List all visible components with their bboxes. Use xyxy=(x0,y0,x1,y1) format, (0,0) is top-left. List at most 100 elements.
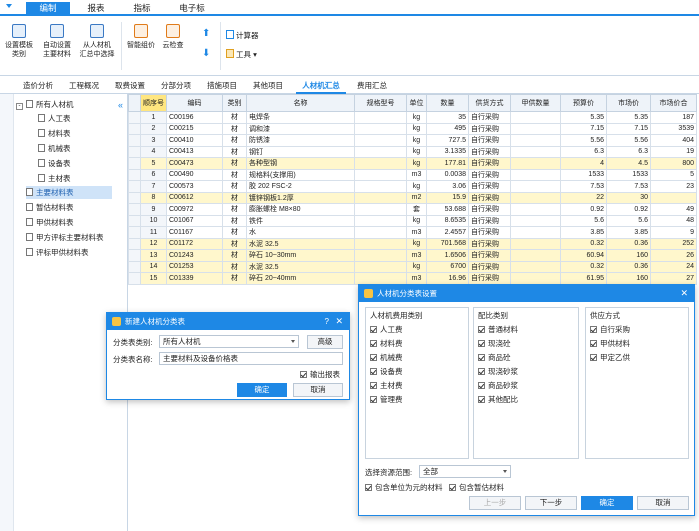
market-total-cell[interactable] xyxy=(650,191,697,204)
name-cell[interactable]: 胶 202 FSC-2 xyxy=(246,180,355,193)
market-price-cell[interactable]: 30 xyxy=(606,191,651,204)
owner-qty-cell[interactable] xyxy=(510,203,561,216)
spec-cell[interactable] xyxy=(354,191,407,204)
market-total-cell[interactable]: 19 xyxy=(650,145,697,158)
cancel-button[interactable]: 取消 xyxy=(637,496,689,510)
market-total-cell[interactable]: 48 xyxy=(650,214,697,227)
check-other-mix[interactable]: 其他配比 xyxy=(478,394,518,405)
smart-price-button[interactable]: 智能组价 xyxy=(124,24,158,50)
supply-cell[interactable]: 自行采购 xyxy=(468,180,511,193)
supply-cell[interactable]: 自行采购 xyxy=(468,111,511,124)
table-row[interactable]: 15 C01339 材碎石 20~40mm m3 16.96 自行采购 61.95 160 27 xyxy=(128,272,697,285)
budget-price-cell[interactable]: 1533 xyxy=(560,168,607,181)
supply-cell[interactable]: 自行采购 xyxy=(468,249,511,262)
name-cell[interactable]: 防锈漆 xyxy=(246,134,355,147)
move-down-icon[interactable]: ⬇ xyxy=(202,48,210,59)
category-select[interactable]: 所有人材机 xyxy=(159,335,299,348)
spec-cell[interactable] xyxy=(354,226,407,239)
owner-qty-cell[interactable] xyxy=(510,226,561,239)
row-number[interactable]: 14 xyxy=(140,260,167,273)
category-cell[interactable]: 材 xyxy=(222,272,247,285)
market-price-cell[interactable]: 160 xyxy=(606,249,651,262)
table-row[interactable]: 9 C00972 材膨胀螺栓 M8×80 套 53.688 自行采购 0.92 0.92 49 xyxy=(128,203,697,216)
spec-cell[interactable] xyxy=(354,180,407,193)
name-cell[interactable]: 各种型钢 xyxy=(246,157,355,170)
budget-price-cell[interactable]: 7.15 xyxy=(560,122,607,135)
name-cell[interactable]: 水 xyxy=(246,226,355,239)
advanced-button[interactable]: 高级 xyxy=(307,335,343,349)
market-total-cell[interactable]: 187 xyxy=(650,111,697,124)
quantity-cell[interactable]: 727.5 xyxy=(426,134,469,147)
tools-button[interactable]: 工具 ▾ xyxy=(226,49,257,60)
category-cell[interactable]: 材 xyxy=(222,203,247,216)
prev-step-button[interactable]: 上一步 xyxy=(469,496,521,510)
unit-cell[interactable]: m3 xyxy=(406,249,427,262)
tree-item-material[interactable]: 材料表 xyxy=(38,127,71,140)
header-name[interactable]: 名称 xyxy=(246,94,355,112)
budget-price-cell[interactable]: 0.92 xyxy=(560,203,607,216)
name-cell[interactable]: 碎石 20~40mm xyxy=(246,272,355,285)
market-price-cell[interactable]: 6.3 xyxy=(606,145,651,158)
check-equipment-fee[interactable]: 设备费 xyxy=(370,366,403,377)
tree-root[interactable]: - 所有人材机 xyxy=(16,98,74,111)
row-number[interactable]: 4 xyxy=(140,145,167,158)
checkbox-icon[interactable] xyxy=(478,326,485,333)
help-icon[interactable]: ? xyxy=(325,313,329,330)
category-cell[interactable]: 材 xyxy=(222,237,247,250)
checkbox-icon[interactable] xyxy=(300,371,307,378)
quantity-cell[interactable]: 15.9 xyxy=(426,191,469,204)
category-cell[interactable]: 材 xyxy=(222,260,247,273)
spec-cell[interactable] xyxy=(354,214,407,227)
unit-cell[interactable]: kg xyxy=(406,214,427,227)
market-price-cell[interactable]: 0.36 xyxy=(606,260,651,273)
supply-cell[interactable]: 自行采购 xyxy=(468,260,511,273)
checkbox-icon[interactable] xyxy=(478,368,485,375)
tree-item-main-materials-table[interactable]: 主要材料表 xyxy=(26,186,112,199)
quantity-cell[interactable]: 177.81 xyxy=(426,157,469,170)
market-total-cell[interactable]: 49 xyxy=(650,203,697,216)
set-template-category-button[interactable]: 设置模板 类别 xyxy=(2,24,36,59)
market-price-cell[interactable]: 5.6 xyxy=(606,214,651,227)
table-row[interactable]: 3 C00410 材防锈漆 kg 727.5 自行采购 5.56 5.56 404 xyxy=(128,134,697,147)
check-management-fee[interactable]: 管理费 xyxy=(370,394,403,405)
budget-price-cell[interactable]: 60.94 xyxy=(560,249,607,262)
quantity-cell[interactable]: 1.6506 xyxy=(426,249,469,262)
checkbox-icon[interactable] xyxy=(370,354,377,361)
supply-cell[interactable]: 自行采购 xyxy=(468,237,511,250)
checkbox-icon[interactable] xyxy=(365,484,372,491)
menu-e-bid[interactable]: 电子标 xyxy=(172,2,212,16)
check-include-yuan-unit[interactable]: 包含单位为元的材料 xyxy=(365,482,443,493)
row-number[interactable]: 7 xyxy=(140,180,167,193)
budget-price-cell[interactable]: 5.6 xyxy=(560,214,607,227)
code-cell[interactable]: C01243 xyxy=(166,249,223,262)
header-supply[interactable]: 供货方式 xyxy=(468,94,511,112)
unit-cell[interactable]: m3 xyxy=(406,168,427,181)
tree-item-provisional[interactable]: 暂估材料表 xyxy=(26,201,74,214)
budget-price-cell[interactable]: 3.85 xyxy=(560,226,607,239)
tab-other-items[interactable]: 其他项目 xyxy=(248,79,288,94)
market-price-cell[interactable]: 3.85 xyxy=(606,226,651,239)
row-number[interactable]: 15 xyxy=(140,272,167,285)
owner-qty-cell[interactable] xyxy=(510,111,561,124)
name-cell[interactable]: 规格料(支撑用) xyxy=(246,168,355,181)
quantity-cell[interactable]: 2.4557 xyxy=(426,226,469,239)
name-input[interactable]: 主要材料及设备价格表 xyxy=(159,352,343,365)
check-self-purchase[interactable]: 自行采购 xyxy=(590,324,630,335)
header-category[interactable]: 类别 xyxy=(222,94,247,112)
name-cell[interactable]: 膨胀螺栓 M8×80 xyxy=(246,203,355,216)
category-cell[interactable]: 材 xyxy=(222,168,247,181)
supply-cell[interactable]: 自行采购 xyxy=(468,134,511,147)
unit-cell[interactable]: m3 xyxy=(406,226,427,239)
spec-cell[interactable] xyxy=(354,249,407,262)
category-cell[interactable]: 材 xyxy=(222,134,247,147)
category-cell[interactable]: 材 xyxy=(222,122,247,135)
name-cell[interactable]: 镀锌钢板1.2厚 xyxy=(246,191,355,204)
auto-set-main-material-button[interactable]: 自动设置 主要材料 xyxy=(40,24,74,59)
row-number[interactable]: 10 xyxy=(140,214,167,227)
budget-price-cell[interactable]: 7.53 xyxy=(560,180,607,193)
code-cell[interactable]: C00196 xyxy=(166,111,223,124)
budget-price-cell[interactable]: 0.32 xyxy=(560,260,607,273)
spec-cell[interactable] xyxy=(354,134,407,147)
check-commercial-concrete[interactable]: 商品砼 xyxy=(478,352,511,363)
market-price-cell[interactable]: 7.53 xyxy=(606,180,651,193)
